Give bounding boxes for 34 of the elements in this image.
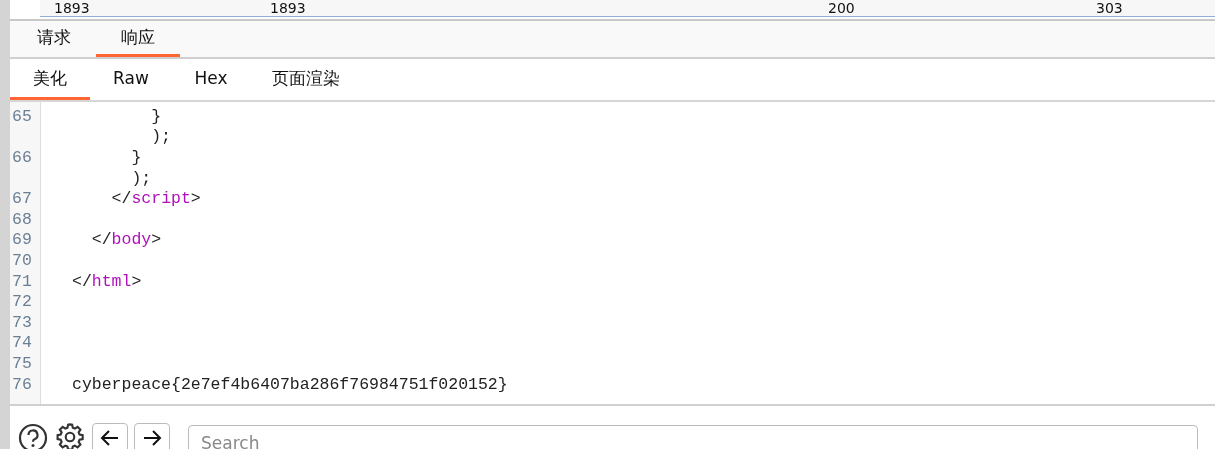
- line-number: 67: [12, 189, 32, 209]
- tab[interactable]: 请求: [12, 21, 96, 57]
- code-line: }: [150, 106, 162, 126]
- code-line: </html>: [72, 271, 142, 291]
- code-line: cyberpeace{2e7ef4b6407ba286f76984751f020152}: [72, 374, 508, 394]
- table-cell: 1893: [270, 1, 306, 15]
- code-line: </body>: [90, 230, 162, 250]
- table-cell: 200: [828, 1, 855, 15]
- table-cell: 303: [1096, 1, 1123, 15]
- tab[interactable]: Hex: [171, 59, 251, 100]
- table-cell: 1893: [54, 1, 90, 15]
- line-number: 73: [12, 312, 32, 332]
- code-line: }: [130, 148, 142, 167]
- settings-icon[interactable]: [54, 421, 86, 449]
- line-number: 71: [12, 271, 32, 291]
- line-number: 70: [12, 250, 32, 270]
- code-line: );: [150, 127, 172, 147]
- tab[interactable]: Raw: [91, 59, 171, 100]
- tab[interactable]: 响应: [96, 21, 180, 57]
- line-number: 68: [12, 209, 32, 229]
- line-number: 74: [12, 333, 32, 353]
- code-line: </script>: [110, 189, 201, 209]
- line-number: 75: [12, 353, 32, 373]
- line-number: 76: [12, 374, 32, 394]
- line-number: 65: [12, 106, 32, 126]
- search-field[interactable]: Search: [188, 425, 1198, 449]
- help-icon[interactable]: [18, 423, 48, 449]
- line-number: 69: [12, 230, 32, 250]
- line-number: 66: [12, 148, 32, 167]
- tab[interactable]: 页面渲染: [251, 59, 361, 100]
- back-button[interactable]: [92, 423, 128, 449]
- line-number: 72: [12, 292, 32, 312]
- code-line: );: [130, 168, 152, 188]
- forward-button[interactable]: [134, 423, 170, 449]
